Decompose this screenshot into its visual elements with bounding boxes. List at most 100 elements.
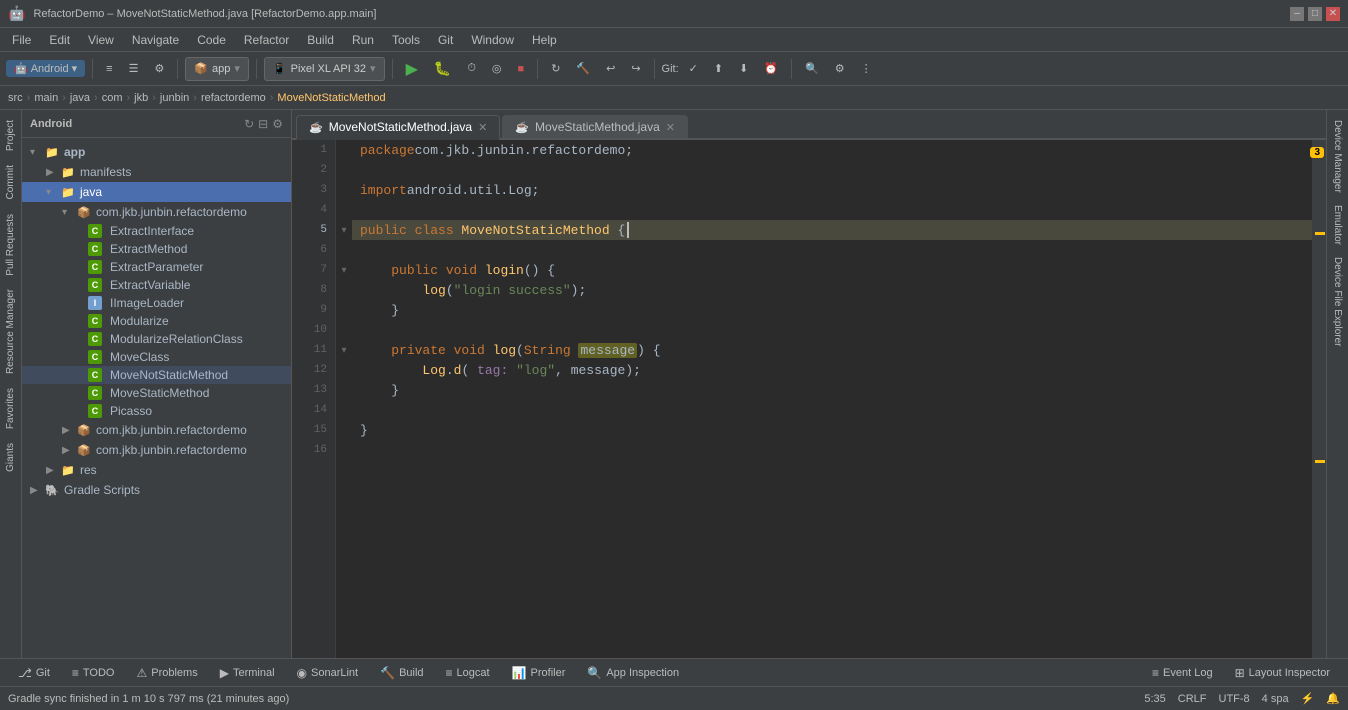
fold-btn-log[interactable]: ▾ bbox=[336, 340, 352, 360]
cursor-position[interactable]: 5:35 bbox=[1144, 693, 1165, 705]
git-push[interactable]: ⬆ bbox=[708, 56, 729, 82]
search-button[interactable]: 🔍 bbox=[799, 56, 825, 82]
maximize-button[interactable]: □ bbox=[1308, 7, 1322, 21]
tree-item-gradle-scripts[interactable]: ▶ 🐘 Gradle Scripts bbox=[22, 480, 291, 500]
close-button[interactable]: ✕ bbox=[1326, 7, 1340, 21]
sync-button[interactable]: ↻ bbox=[545, 56, 566, 82]
tree-item-move-class[interactable]: C MoveClass bbox=[22, 348, 291, 366]
tree-item-java[interactable]: ▾ 📁 java bbox=[22, 182, 291, 202]
git-history[interactable]: ⏰ bbox=[758, 56, 784, 82]
more-options-button[interactable]: ⋮ bbox=[855, 56, 878, 82]
tree-item-package-main[interactable]: ▾ 📦 com.jkb.junbin.refactordemo bbox=[22, 202, 291, 222]
bottom-tab-event-log[interactable]: ≡ Event Log bbox=[1142, 662, 1223, 684]
minimize-button[interactable]: – bbox=[1290, 7, 1304, 21]
toolbar-btn-3[interactable]: ⚙ bbox=[148, 56, 170, 82]
tab-close-btn[interactable]: ✕ bbox=[478, 121, 487, 134]
tree-item-move-not-static[interactable]: C MoveNotStaticMethod bbox=[22, 366, 291, 384]
tree-item-move-static[interactable]: C MoveStaticMethod bbox=[22, 384, 291, 402]
fold-btn-login[interactable]: ▾ bbox=[336, 260, 352, 280]
tab-move-not-static[interactable]: ☕ MoveNotStaticMethod.java ✕ bbox=[296, 115, 500, 140]
sidebar-tools[interactable]: ↻ ⊟ ⚙ bbox=[244, 117, 283, 131]
tree-item-extract-interface[interactable]: C ExtractInterface bbox=[22, 222, 291, 240]
tree-item-modularize[interactable]: C Modularize bbox=[22, 312, 291, 330]
stop-button[interactable]: ■ bbox=[512, 56, 531, 82]
breadcrumb-src[interactable]: src bbox=[8, 92, 23, 104]
sidebar-sync-btn[interactable]: ↻ bbox=[244, 117, 254, 131]
tab-close-btn-2[interactable]: ✕ bbox=[666, 121, 675, 134]
right-tab-device-manager[interactable]: Device Manager bbox=[1330, 114, 1345, 199]
left-tab-giants[interactable]: Giants bbox=[3, 437, 18, 478]
tree-item-extract-variable[interactable]: C ExtractVariable bbox=[22, 276, 291, 294]
build-button[interactable]: 🔨 bbox=[570, 56, 596, 82]
breadcrumb-java[interactable]: java bbox=[70, 92, 90, 104]
tree-item-package-3[interactable]: ▶ 📦 com.jkb.junbin.refactordemo bbox=[22, 440, 291, 460]
tree-item-modularize-relation[interactable]: C ModularizeRelationClass bbox=[22, 330, 291, 348]
bottom-tab-todo[interactable]: ≡ TODO bbox=[62, 662, 125, 684]
menu-git[interactable]: Git bbox=[430, 31, 461, 49]
menu-edit[interactable]: Edit bbox=[41, 31, 78, 49]
bottom-tab-logcat[interactable]: ≡ Logcat bbox=[436, 662, 500, 684]
code-editor[interactable]: package com.jkb.junbin.refactordemo; imp… bbox=[352, 140, 1312, 658]
tree-item-manifests[interactable]: ▶ 📁 manifests bbox=[22, 162, 291, 182]
menu-window[interactable]: Window bbox=[463, 31, 522, 49]
breadcrumb-junbin[interactable]: junbin bbox=[160, 92, 189, 104]
menu-view[interactable]: View bbox=[80, 31, 122, 49]
charset[interactable]: UTF-8 bbox=[1219, 693, 1250, 705]
menu-file[interactable]: File bbox=[4, 31, 39, 49]
run-config-selector[interactable]: 📦 app ▾ bbox=[185, 57, 249, 81]
line-ending[interactable]: CRLF bbox=[1178, 693, 1207, 705]
editor[interactable]: 1 2 3 4 5 6 7 8 9 10 11 12 13 14 15 16 bbox=[292, 140, 1326, 658]
debug-button[interactable]: 🐛 bbox=[428, 56, 457, 82]
indent[interactable]: 4 spa bbox=[1262, 693, 1289, 705]
redo-button[interactable]: ↪ bbox=[625, 56, 646, 82]
menu-tools[interactable]: Tools bbox=[384, 31, 428, 49]
tree-item-package-2[interactable]: ▶ 📦 com.jkb.junbin.refactordemo bbox=[22, 420, 291, 440]
right-tab-device-file-explorer[interactable]: Device File Explorer bbox=[1330, 251, 1345, 352]
run-button[interactable]: ▶ bbox=[400, 56, 424, 82]
breadcrumb-com[interactable]: com bbox=[102, 92, 123, 104]
breadcrumb-main[interactable]: main bbox=[34, 92, 58, 104]
menu-code[interactable]: Code bbox=[189, 31, 234, 49]
bottom-tab-layout-inspector[interactable]: ⊞ Layout Inspector bbox=[1225, 662, 1340, 684]
left-tab-favorites[interactable]: Favorites bbox=[3, 382, 18, 435]
git-pull[interactable]: ⬇ bbox=[733, 56, 754, 82]
left-tab-project[interactable]: Project bbox=[3, 114, 18, 157]
tree-item-extract-method[interactable]: C ExtractMethod bbox=[22, 240, 291, 258]
menu-navigate[interactable]: Navigate bbox=[124, 31, 187, 49]
toolbar-btn-1[interactable]: ≡ bbox=[100, 56, 118, 82]
tree-item-res[interactable]: ▶ 📁 res bbox=[22, 460, 291, 480]
toolbar-btn-2[interactable]: ☰ bbox=[123, 56, 145, 82]
sidebar-settings-btn[interactable]: ⚙ bbox=[272, 117, 283, 131]
tab-move-static[interactable]: ☕ MoveStaticMethod.java ✕ bbox=[502, 115, 688, 138]
device-selector[interactable]: 📱 Pixel XL API 32 ▾ bbox=[264, 57, 385, 81]
settings-button[interactable]: ⚙ bbox=[829, 56, 851, 82]
fold-btn-class[interactable]: ▾ bbox=[336, 220, 352, 240]
coverage-button[interactable]: ◎ bbox=[486, 56, 508, 82]
menu-run[interactable]: Run bbox=[344, 31, 382, 49]
bottom-tab-terminal[interactable]: ▶ Terminal bbox=[210, 662, 285, 684]
bottom-tab-git[interactable]: ⎇ Git bbox=[8, 662, 60, 684]
git-check[interactable]: ✓ bbox=[683, 56, 704, 82]
bottom-tab-sonarlint[interactable]: ◉ SonarLint bbox=[287, 662, 369, 684]
menu-refactor[interactable]: Refactor bbox=[236, 31, 297, 49]
breadcrumb-jkb[interactable]: jkb bbox=[134, 92, 148, 104]
tree-item-iimageloader[interactable]: I IImageLoader bbox=[22, 294, 291, 312]
bottom-tab-build[interactable]: 🔨 Build bbox=[370, 662, 433, 684]
right-tab-emulator[interactable]: Emulator bbox=[1330, 199, 1345, 251]
window-controls[interactable]: – □ ✕ bbox=[1290, 7, 1340, 21]
bottom-tab-profiler[interactable]: 📊 Profiler bbox=[502, 662, 576, 684]
tree-item-picasso[interactable]: C Picasso bbox=[22, 402, 291, 420]
menu-build[interactable]: Build bbox=[299, 31, 342, 49]
android-selector[interactable]: 🤖 Android ▾ bbox=[6, 60, 85, 77]
left-tab-commit[interactable]: Commit bbox=[3, 159, 18, 205]
tree-item-app[interactable]: ▾ 📁 app bbox=[22, 142, 291, 162]
tree-item-extract-parameter[interactable]: C ExtractParameter bbox=[22, 258, 291, 276]
menu-help[interactable]: Help bbox=[524, 31, 565, 49]
bottom-tab-inspection[interactable]: 🔍 App Inspection bbox=[577, 662, 689, 684]
undo-button[interactable]: ↩ bbox=[600, 56, 621, 82]
profile-button[interactable]: ⏱ bbox=[461, 56, 482, 82]
sidebar-collapse-btn[interactable]: ⊟ bbox=[258, 117, 268, 131]
left-tab-resource-manager[interactable]: Resource Manager bbox=[3, 283, 18, 380]
left-tab-pull-requests[interactable]: Pull Requests bbox=[3, 208, 18, 282]
breadcrumb-refactordemo[interactable]: refactordemo bbox=[201, 92, 266, 104]
